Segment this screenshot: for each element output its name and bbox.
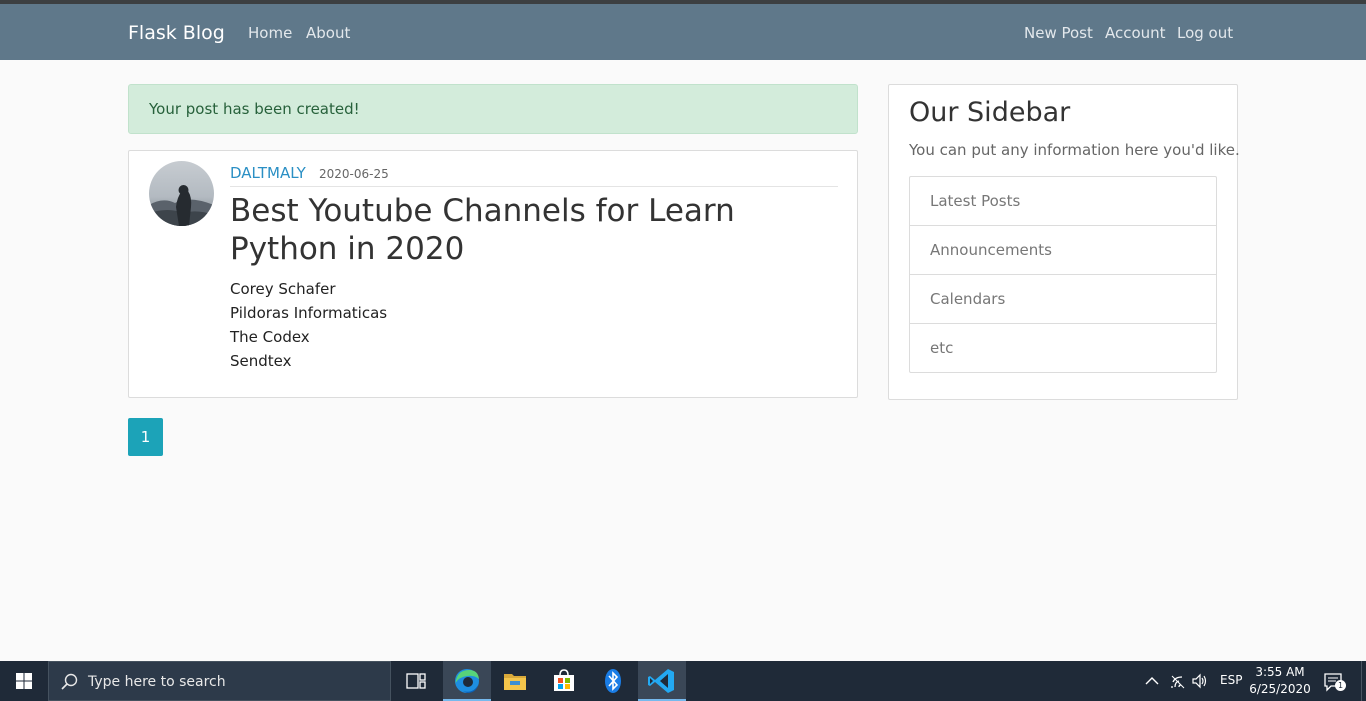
taskbar-store-button[interactable]	[540, 661, 588, 701]
taskbar-search-box[interactable]: Type here to search	[48, 661, 391, 701]
taskbar: Type here to search ESP 3:55 AM 6/25/202…	[0, 661, 1366, 701]
post-content-line: Pildoras Informaticas	[230, 304, 388, 322]
post-content-line: Sendtex	[230, 352, 292, 370]
nav-home-link[interactable]: Home	[248, 24, 292, 42]
sidebar-item-latest-posts[interactable]: Latest Posts	[910, 177, 1216, 225]
post-content: Corey Schafer Pildoras Informaticas The …	[230, 277, 830, 373]
taskbar-clock[interactable]: 3:55 AM 6/25/2020	[1247, 664, 1313, 698]
author-avatar[interactable]	[149, 161, 214, 226]
taskbar-file-explorer-button[interactable]	[491, 661, 539, 701]
task-view-icon	[406, 673, 426, 689]
input-language-indicator[interactable]: ESP	[1220, 673, 1242, 687]
post-card: DALTMALY 2020-06-25 Best Youtube Channel…	[128, 150, 858, 398]
task-view-button[interactable]	[392, 661, 440, 701]
pagination-page-1-button[interactable]: 1	[128, 418, 163, 456]
post-title[interactable]: Best Youtube Channels for Learn Python i…	[230, 192, 838, 268]
edge-icon	[455, 669, 479, 693]
taskbar-edge-button[interactable]	[443, 661, 491, 701]
volume-icon[interactable]	[1191, 673, 1209, 689]
sidebar-list: Latest Posts Announcements Calendars etc	[909, 176, 1217, 373]
sidebar-title: Our Sidebar	[909, 97, 1071, 128]
search-placeholder: Type here to search	[88, 674, 226, 690]
alert-message: Your post has been created!	[149, 100, 360, 118]
show-hidden-icons-icon[interactable]	[1143, 673, 1161, 689]
vscode-icon	[648, 669, 674, 693]
post-content-line: Corey Schafer	[230, 280, 336, 298]
show-desktop-button[interactable]	[1361, 661, 1366, 701]
sidebar-subtitle: You can put any information here you'd l…	[909, 141, 1240, 159]
sidebar: Our Sidebar You can put any information …	[888, 84, 1240, 400]
success-alert: Your post has been created!	[128, 84, 858, 134]
taskbar-bluetooth-button[interactable]	[589, 661, 637, 701]
start-button[interactable]	[0, 661, 48, 701]
notification-count-badge: 1	[1335, 680, 1346, 691]
brand-link[interactable]: Flask Blog	[128, 22, 225, 44]
search-icon	[61, 673, 78, 690]
notifications-button[interactable]: 1	[1322, 671, 1346, 693]
post-meta: DALTMALY 2020-06-25	[230, 164, 838, 187]
nav-logout-link[interactable]: Log out	[1177, 24, 1233, 42]
clock-date: 6/25/2020	[1249, 682, 1311, 696]
network-icon[interactable]	[1169, 673, 1187, 689]
nav-about-link[interactable]: About	[306, 24, 350, 42]
sidebar-item-announcements[interactable]: Announcements	[910, 225, 1216, 274]
clock-time: 3:55 AM	[1255, 665, 1305, 679]
post-author-link[interactable]: DALTMALY	[230, 164, 306, 182]
navbar: Flask Blog Home About New Post Account L…	[0, 4, 1366, 60]
post-content-line: The Codex	[230, 328, 310, 346]
taskbar-vscode-button[interactable]	[638, 661, 686, 701]
nav-new-post-link[interactable]: New Post	[1024, 24, 1093, 42]
store-icon	[554, 669, 574, 691]
bluetooth-icon	[605, 669, 621, 693]
sidebar-item-etc[interactable]: etc	[910, 323, 1216, 372]
nav-account-link[interactable]: Account	[1105, 24, 1166, 42]
post-date: 2020-06-25	[319, 167, 389, 181]
sidebar-item-calendars[interactable]: Calendars	[910, 274, 1216, 323]
windows-logo-icon	[16, 673, 32, 689]
file-explorer-icon	[504, 674, 526, 690]
